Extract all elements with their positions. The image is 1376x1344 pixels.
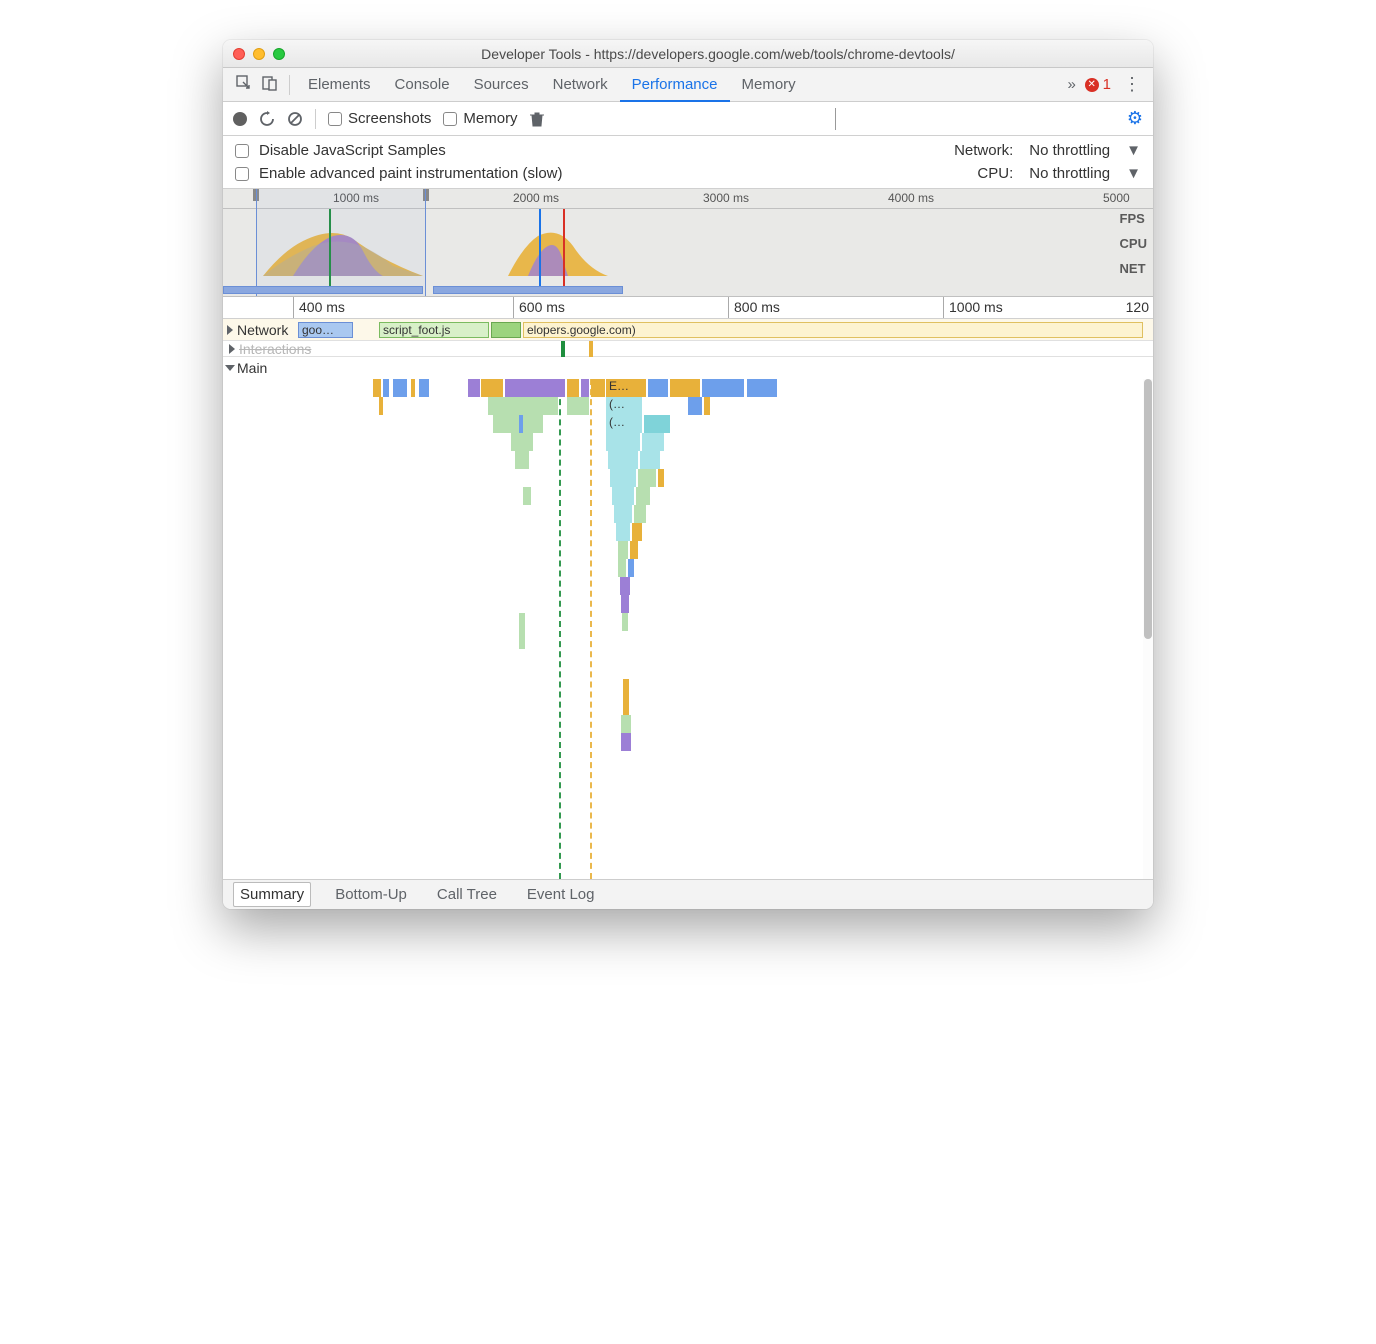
main-lane-label: Main bbox=[237, 360, 267, 376]
ruler-tick: 1000 ms bbox=[949, 299, 1003, 315]
minimize-window-button[interactable] bbox=[253, 48, 265, 60]
disclosure-icon[interactable] bbox=[229, 344, 235, 354]
separator bbox=[835, 108, 836, 130]
interaction-marker bbox=[561, 341, 565, 357]
capture-settings-panel: Disable JavaScript Samples Enable advanc… bbox=[223, 136, 1153, 189]
dropdown-icon[interactable]: ▼ bbox=[1126, 165, 1141, 182]
checkbox-icon bbox=[328, 112, 342, 126]
overview-selection[interactable] bbox=[256, 189, 426, 296]
main-tabs: Elements Console Sources Network Perform… bbox=[296, 68, 808, 102]
fps-label: FPS bbox=[1120, 211, 1147, 226]
network-throttle-select[interactable]: No throttling bbox=[1029, 142, 1110, 159]
error-count: 1 bbox=[1103, 76, 1111, 93]
network-throttle-label: Network: bbox=[954, 142, 1013, 159]
net-bar bbox=[223, 286, 423, 294]
tab-performance[interactable]: Performance bbox=[620, 68, 730, 102]
checkbox-icon bbox=[235, 144, 249, 158]
ruler-tick: 400 ms bbox=[299, 299, 345, 315]
capture-settings-icon[interactable]: ⚙ bbox=[1127, 108, 1143, 129]
tab-bottom-up[interactable]: Bottom-Up bbox=[329, 883, 413, 906]
network-request[interactable]: elopers.google.com) bbox=[523, 322, 1143, 338]
network-request[interactable]: goo… bbox=[298, 322, 353, 338]
enable-paint-label: Enable advanced paint instrumentation (s… bbox=[259, 165, 563, 182]
scrollbar-thumb[interactable] bbox=[1144, 379, 1152, 639]
tab-summary[interactable]: Summary bbox=[233, 882, 311, 907]
tab-network[interactable]: Network bbox=[541, 68, 620, 102]
perf-toolbar: Screenshots Memory ⚙ bbox=[223, 102, 1153, 136]
disable-js-samples-checkbox[interactable]: Disable JavaScript Samples bbox=[235, 142, 938, 159]
details-tabs: Summary Bottom-Up Call Tree Event Log bbox=[223, 879, 1153, 909]
interactions-lane[interactable]: Interactions bbox=[223, 341, 1153, 357]
ruler-tick: 120 bbox=[1126, 299, 1149, 315]
dropdown-icon[interactable]: ▼ bbox=[1126, 142, 1141, 159]
screenshots-checkbox[interactable]: Screenshots bbox=[328, 110, 431, 127]
window-title: Developer Tools - https://developers.goo… bbox=[293, 46, 1143, 62]
tab-elements[interactable]: Elements bbox=[296, 68, 383, 102]
record-button[interactable] bbox=[233, 112, 247, 126]
overview-lane-labels: FPS CPU NET bbox=[1120, 211, 1147, 276]
devtools-window: Developer Tools - https://developers.goo… bbox=[223, 40, 1153, 909]
disable-js-label: Disable JavaScript Samples bbox=[259, 142, 446, 159]
devtools-tabbar: Elements Console Sources Network Perform… bbox=[223, 68, 1153, 102]
network-request[interactable]: script_foot.js bbox=[379, 322, 489, 338]
network-lane[interactable]: Network goo… script_foot.js elopers.goog… bbox=[223, 319, 1153, 341]
interactions-lane-label: Interactions bbox=[239, 341, 311, 357]
clear-button[interactable] bbox=[287, 111, 303, 127]
net-bar bbox=[433, 286, 623, 294]
ruler-tick: 4000 ms bbox=[888, 191, 934, 205]
tab-call-tree[interactable]: Call Tree bbox=[431, 883, 503, 906]
flame-chart[interactable]: E… (… (… bbox=[223, 379, 1153, 879]
cpu-throttle-select[interactable]: No throttling bbox=[1029, 165, 1110, 182]
checkbox-icon bbox=[235, 167, 249, 181]
interaction-marker bbox=[589, 341, 593, 357]
device-toolbar-icon[interactable] bbox=[257, 75, 283, 95]
network-lane-label: Network bbox=[237, 322, 288, 338]
disclosure-icon[interactable] bbox=[225, 365, 235, 371]
close-window-button[interactable] bbox=[233, 48, 245, 60]
ruler-tick: 5000 bbox=[1103, 191, 1130, 205]
kebab-menu-icon[interactable]: ⋮ bbox=[1119, 74, 1145, 95]
cpu-throttle-label: CPU: bbox=[954, 165, 1013, 182]
screenshots-label: Screenshots bbox=[348, 110, 431, 127]
error-icon: ✕ bbox=[1085, 78, 1099, 92]
ruler-tick: 600 ms bbox=[519, 299, 565, 315]
window-controls bbox=[233, 48, 285, 60]
memory-label: Memory bbox=[463, 110, 517, 127]
cpu-activity-lump bbox=[508, 221, 608, 276]
memory-checkbox[interactable]: Memory bbox=[443, 110, 517, 127]
disclosure-icon[interactable] bbox=[227, 325, 233, 335]
flame-frame[interactable]: (… bbox=[606, 415, 642, 433]
zoom-window-button[interactable] bbox=[273, 48, 285, 60]
garbage-collect-button[interactable] bbox=[530, 111, 544, 127]
inspect-element-icon[interactable] bbox=[231, 75, 257, 95]
ruler-tick: 3000 ms bbox=[703, 191, 749, 205]
more-tabs-icon[interactable]: » bbox=[1059, 76, 1085, 93]
enable-paint-instr-checkbox[interactable]: Enable advanced paint instrumentation (s… bbox=[235, 165, 938, 182]
vertical-scrollbar[interactable] bbox=[1143, 379, 1153, 879]
marker-line bbox=[539, 209, 541, 286]
cpu-label: CPU bbox=[1120, 236, 1147, 251]
ruler-tick: 2000 ms bbox=[513, 191, 559, 205]
ruler-tick: 800 ms bbox=[734, 299, 780, 315]
flame-task[interactable]: E… bbox=[606, 379, 646, 397]
separator bbox=[315, 109, 316, 129]
detail-ruler[interactable]: 400 ms 600 ms 800 ms 1000 ms 120 bbox=[223, 297, 1153, 319]
error-indicator[interactable]: ✕ 1 bbox=[1085, 76, 1111, 93]
main-lane-header[interactable]: Main bbox=[223, 357, 1153, 379]
tab-memory[interactable]: Memory bbox=[730, 68, 808, 102]
network-request[interactable] bbox=[491, 322, 521, 338]
tab-sources[interactable]: Sources bbox=[462, 68, 541, 102]
tab-event-log[interactable]: Event Log bbox=[521, 883, 601, 906]
titlebar: Developer Tools - https://developers.goo… bbox=[223, 40, 1153, 68]
overview-panel[interactable]: FPS CPU NET bbox=[223, 209, 1153, 297]
checkbox-icon bbox=[443, 112, 457, 126]
reload-button[interactable] bbox=[259, 111, 275, 127]
net-label: NET bbox=[1120, 261, 1147, 276]
separator bbox=[289, 75, 290, 95]
marker-line bbox=[563, 209, 565, 286]
tab-console[interactable]: Console bbox=[383, 68, 462, 102]
flame-frame[interactable]: (… bbox=[606, 397, 642, 415]
